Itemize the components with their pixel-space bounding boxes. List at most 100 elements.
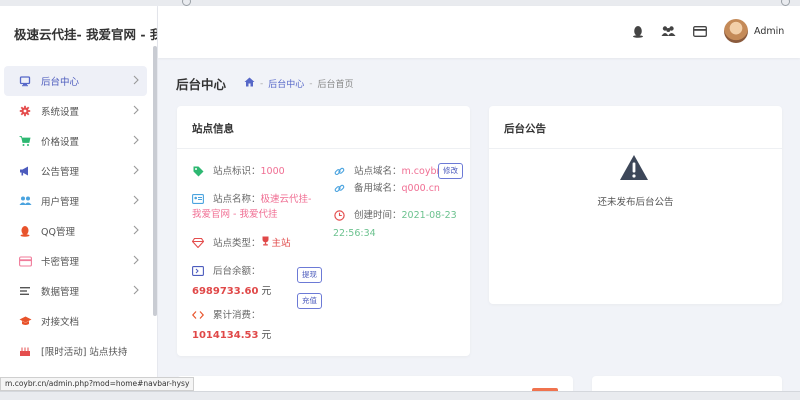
sidebar-item-label: 用户管理 [41,197,80,208]
created-time-row: 22:56:34 [333,226,376,241]
site-type-value: 主站 [271,238,291,249]
recharge-button[interactable]: 充值 [297,293,322,309]
credit-card-icon[interactable] [692,23,708,39]
id-card-icon [192,192,204,206]
notice-card: 后台公告 还未发布后台公告 [489,106,782,304]
chevron-right-icon [133,135,139,148]
wallet-icon [192,264,204,278]
chevron-right-icon [133,105,139,118]
breadcrumb-separator: - [260,78,264,89]
sidebar-item-label: 卡密管理 [41,257,80,268]
sidebar-item-users[interactable]: 用户管理 [4,186,147,216]
created-row: 创建时间： 2021-08-23 [333,208,457,223]
diamond-icon [192,236,204,250]
breadcrumb-current: 后台首页 [317,80,354,90]
sidebar-item-card-keys[interactable]: 卡密管理 [4,246,147,276]
cart-icon [18,134,32,148]
sidebar-item-data[interactable]: 数据管理 [4,276,147,306]
created-time: 22:56:34 [333,228,376,239]
card-title: 站点信息 [192,123,234,135]
backup-domain-label: 备用域名： [354,183,402,194]
sidebar-item-label: QQ管理 [41,227,75,238]
site-type-row: 站点类型： 主站 [192,236,291,251]
balance-value: 6989733.60 [192,286,259,297]
list-icon [18,284,32,298]
code-icon [192,308,204,322]
domain-label: 站点域名： [354,166,402,177]
card-title: 后台公告 [504,123,546,135]
sidebar: 极速云代挂- 我爱官网 - 我 后台中心 系统设置 价格设置 公告管理 用户管理… [0,6,158,400]
balance-amount: 6989733.60 元 [192,282,271,297]
spent-amount: 1014134.53 元 [192,326,271,341]
site-info-card: 站点信息 站点标识： 1000 站点名称：极速云代挂- 我爱官网 - 我爱代挂 … [177,106,470,356]
sidebar-item-label: 对接文档 [41,317,80,328]
site-id-value: 1000 [260,166,285,177]
chevron-right-icon [133,225,139,238]
sidebar-item-price-settings[interactable]: 价格设置 [4,126,147,156]
balance-row: 后台余额： [192,264,261,279]
monitor-icon [18,74,32,88]
clock-icon [333,208,345,222]
divider [177,148,470,149]
status-url-bar: m.coybr.cn/admin.php?mod=home#navbar-hys… [0,377,195,391]
sidebar-item-label: 公告管理 [41,167,80,178]
site-id-row: 站点标识： 1000 [192,164,285,179]
gear-icon [18,104,32,118]
created-label: 创建时间： [354,210,402,221]
sidebar-item-label: 系统设置 [41,107,80,118]
spent-row: 累计消费： [192,308,261,323]
admin-username[interactable]: Admin [754,26,784,37]
withdraw-button[interactable]: 提现 [297,267,322,283]
link-icon [333,164,345,178]
site-name-row: 站点名称：极速云代挂- 我爱官网 - 我爱代挂 [192,192,322,222]
sidebar-scrollbar[interactable] [153,46,157,316]
backup-domain-value: q000.cn [401,183,440,194]
avatar[interactable] [724,19,748,43]
notice-empty-text: 还未发布后台公告 [597,197,674,208]
chevron-right-icon [133,165,139,178]
created-date: 2021-08-23 [401,210,457,221]
card-icon [18,254,32,268]
users-icon[interactable] [660,23,676,39]
divider [489,148,782,149]
penguin-icon [18,224,32,238]
trophy-icon [261,236,270,251]
sidebar-item-system-settings[interactable]: 系统设置 [4,96,147,126]
tag-icon [192,164,204,178]
sidebar-nav: 后台中心 系统设置 价格设置 公告管理 用户管理 QQ管理 卡密管理 数据管理 … [0,66,157,366]
sidebar-item-dashboard[interactable]: 后台中心 [4,66,147,96]
home-icon[interactable] [244,77,255,90]
taskbar [0,391,800,400]
balance-unit: 元 [261,286,272,297]
sidebar-item-label: 价格设置 [41,137,80,148]
site-id-label: 站点标识： [213,166,261,177]
sidebar-item-label: 后台中心 [41,77,80,88]
chevron-right-icon [133,75,139,88]
backup-domain-row: 备用域名： q000.cn [333,181,440,196]
domain-row: 站点域名： m.coybr [333,164,440,179]
spent-unit: 元 [261,330,272,341]
users-icon [18,194,32,208]
page-title: 后台中心 [176,77,227,92]
edit-domain-button[interactable]: 修改 [438,163,463,179]
sidebar-item-announcements[interactable]: 公告管理 [4,156,147,186]
chevron-right-icon [133,255,139,268]
breadcrumb-separator: - [309,78,313,89]
sidebar-item-api-docs[interactable]: 对接文档 [4,306,147,336]
spent-label: 累计消费： [213,310,261,321]
link-icon [333,181,345,195]
site-name-label: 站点名称： [213,194,261,205]
graduation-cap-icon [18,314,32,328]
qq-penguin-icon[interactable] [630,23,646,39]
breadcrumb: - 后台中心 - 后台首页 [244,77,354,90]
top-header: Admin [158,6,800,58]
spent-value: 1014134.53 [192,330,259,341]
chevron-right-icon [133,285,139,298]
domain-value: m.coybr [401,166,441,177]
site-type-label: 站点类型： [213,238,261,249]
sidebar-item-promo[interactable]: [限时活动] 站点扶持 [4,336,147,366]
breadcrumb-link[interactable]: 后台中心 [268,77,304,90]
sidebar-item-qq[interactable]: QQ管理 [4,216,147,246]
brand-title[interactable]: 极速云代挂- 我爱官网 - 我 [0,6,157,58]
cake-icon [18,344,32,358]
